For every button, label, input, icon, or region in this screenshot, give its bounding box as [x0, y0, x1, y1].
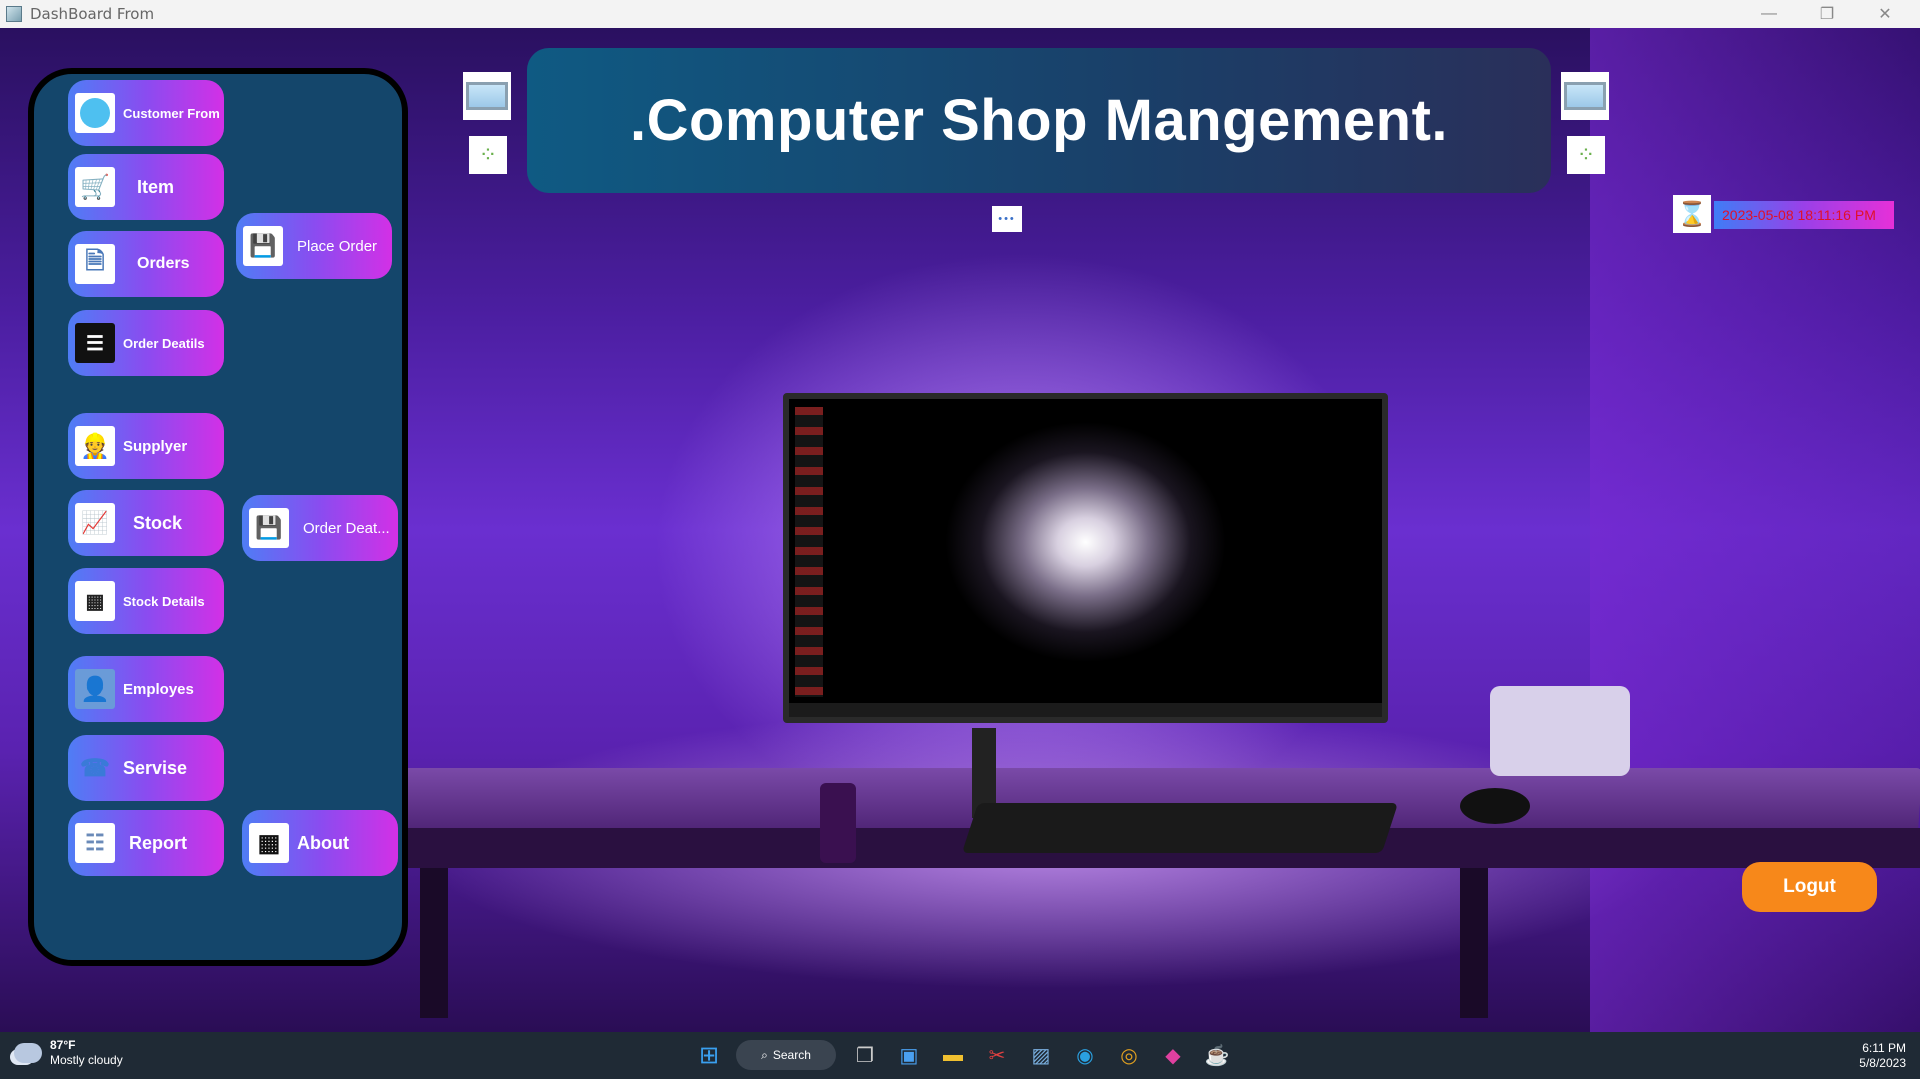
file-explorer-icon[interactable]: ▬	[936, 1038, 970, 1072]
button-label: About	[297, 832, 349, 853]
snipping-tool-icon[interactable]: ✂	[980, 1038, 1014, 1072]
taskbar: 87°F Mostly cloudy ⊞ ⌕ Search ❐ ▣ ▬ ✂ ▨ …	[0, 1032, 1920, 1079]
stock-button[interactable]: 📈 Stock	[68, 490, 224, 556]
clock-time: 6:11 PM	[1862, 1041, 1906, 1055]
search-icon: ⌕	[761, 1047, 768, 1062]
java-icon[interactable]: ☕	[1200, 1038, 1234, 1072]
hourglass-icon: ⌛	[1673, 195, 1711, 233]
computer-icon	[1561, 72, 1609, 120]
clock-date: 5/8/2023	[1859, 1056, 1906, 1070]
page-title: .Computer Shop Mangement.	[629, 88, 1449, 153]
button-label: Servise	[123, 757, 188, 778]
stock-chart-icon: 📈	[75, 503, 115, 543]
dots-icon: •••	[992, 206, 1022, 232]
chrome-icon[interactable]: ◎	[1112, 1038, 1146, 1072]
task-view-icon[interactable]: ❐	[848, 1038, 882, 1072]
loading-spinner-icon: ⁘	[469, 136, 507, 174]
desktop-icons	[795, 407, 823, 697]
taskbar-apps: ⊞ ⌕ Search ❐ ▣ ▬ ✂ ▨ ◉ ◎ ◆ ☕	[692, 1038, 1244, 1072]
customer-form-button[interactable]: Customer From	[68, 80, 224, 146]
button-label: Customer From	[123, 105, 220, 121]
cloud-icon	[14, 1043, 42, 1063]
employees-button[interactable]: 👤 Employes	[68, 656, 224, 722]
mouse	[1460, 788, 1530, 824]
stock-details-button[interactable]: ▦ Stock Details	[68, 568, 224, 634]
loading-spinner-icon: ⁘	[1567, 136, 1605, 174]
button-label: Stock Details	[123, 593, 205, 609]
maximize-button[interactable]: ❐	[1798, 0, 1856, 28]
grid-icon: ▦	[249, 823, 289, 863]
about-button[interactable]: ▦ About	[242, 810, 398, 876]
stock-details-icon: ▦	[75, 581, 115, 621]
datetime-label: 2023-05-08 18:11:16 PM	[1714, 201, 1894, 229]
button-label: Employes	[123, 680, 194, 698]
button-label: Supplyer	[123, 437, 188, 455]
service-button[interactable]: ☎ Servise	[68, 735, 224, 801]
order-details-icon: ☰	[75, 323, 115, 363]
bottle	[820, 783, 856, 863]
keyboard	[961, 803, 1399, 853]
button-label: Report	[129, 832, 187, 853]
system-clock[interactable]: 6:11 PM 5/8/2023	[1859, 1041, 1906, 1071]
intellij-icon[interactable]: ◆	[1156, 1038, 1190, 1072]
windows-start-icon[interactable]: ⊞	[692, 1038, 726, 1072]
minimize-button[interactable]: —	[1740, 0, 1798, 28]
computer-icon	[463, 72, 511, 120]
speaker	[1490, 686, 1630, 776]
floppy-check-icon: 💾	[249, 508, 289, 548]
button-label: Orders	[137, 255, 190, 272]
header-banner: .Computer Shop Mangement.	[527, 48, 1551, 193]
button-label: Stock	[133, 512, 183, 533]
galaxy-wallpaper	[789, 399, 1382, 717]
cart-icon: 🛒	[75, 167, 115, 207]
report-icon: ☷	[75, 823, 115, 863]
supplier-icon: 👷	[75, 426, 115, 466]
logout-button[interactable]: Logut	[1742, 862, 1877, 912]
floppy-icon: 💾	[243, 226, 283, 266]
report-button[interactable]: ☷ Report	[68, 810, 224, 876]
button-label: Order Deat...	[303, 519, 390, 537]
taskbar-search[interactable]: ⌕ Search	[736, 1040, 836, 1070]
close-button[interactable]: ✕	[1856, 0, 1914, 28]
search-label: Search	[772, 1048, 811, 1062]
weather-temp: 87°F	[50, 1038, 76, 1052]
customer-icon	[75, 93, 115, 133]
weather-condition: Mostly cloudy	[50, 1053, 123, 1067]
order-details-2-button[interactable]: 💾 Order Deat...	[242, 495, 398, 561]
button-label: Item	[137, 176, 175, 197]
button-label: Place Order	[297, 237, 378, 255]
button-label: Order Deatils	[123, 335, 205, 351]
window-title: DashBoard From	[30, 5, 155, 23]
edge-icon[interactable]: ◉	[1068, 1038, 1102, 1072]
service-icon: ☎	[80, 754, 110, 782]
app-icon	[6, 6, 22, 22]
store-icon[interactable]: ▣	[892, 1038, 926, 1072]
item-button[interactable]: 🛒 Item	[68, 154, 224, 220]
orders-icon: 🗎	[75, 244, 115, 284]
photos-icon[interactable]: ▨	[1024, 1038, 1058, 1072]
employee-icon: 👤	[75, 669, 115, 709]
window-titlebar: DashBoard From — ❐ ✕	[0, 0, 1920, 28]
order-details-button[interactable]: ☰ Order Deatils	[68, 310, 224, 376]
monitor-bezel	[789, 703, 1382, 717]
supplier-button[interactable]: 👷 Supplyer	[68, 413, 224, 479]
place-order-button[interactable]: 💾 Place Order	[236, 213, 392, 279]
weather-widget[interactable]: 87°F Mostly cloudy	[14, 1038, 123, 1068]
orders-button[interactable]: 🗎 Orders	[68, 231, 224, 297]
monitor	[783, 393, 1388, 723]
